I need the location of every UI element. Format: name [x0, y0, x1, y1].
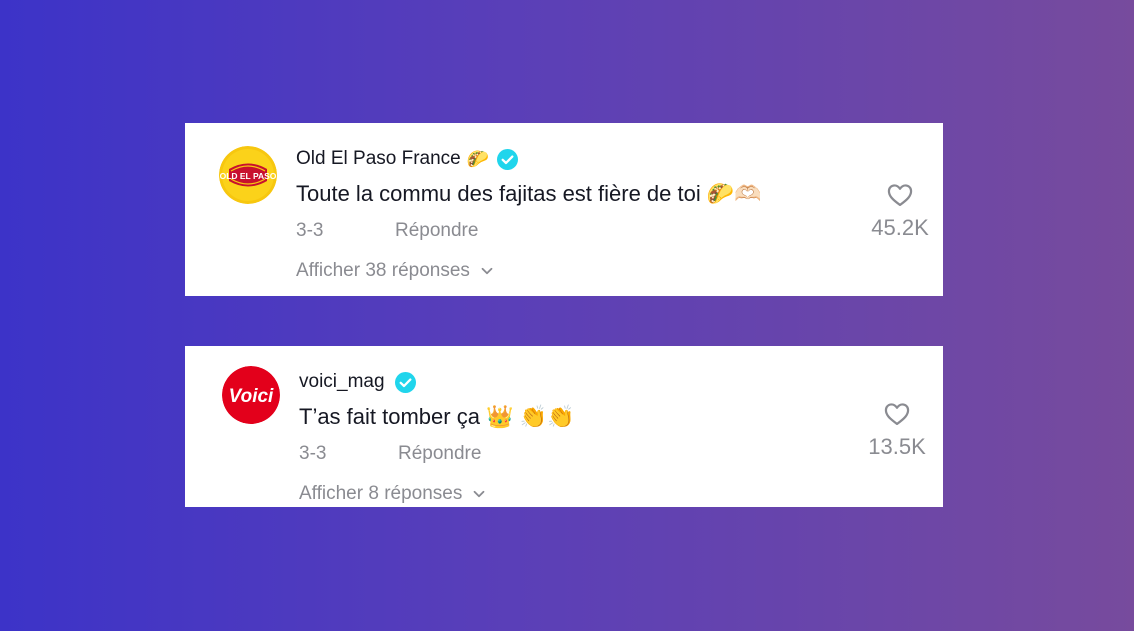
like-section: 45.2K — [860, 181, 940, 241]
comment-card: Voici voici_mag T’as fait tomber ça 👑 👏👏… — [185, 346, 943, 507]
view-replies-label: Afficher 8 réponses — [299, 483, 463, 504]
name-row: Old El Paso France 🌮 — [296, 147, 762, 171]
chevron-down-icon — [480, 264, 494, 278]
username[interactable]: Old El Paso France — [296, 148, 461, 170]
taco-emoji: 🌮 — [466, 148, 490, 169]
comment-date: 3-3 — [299, 443, 327, 464]
reply-button[interactable]: Répondre — [395, 219, 478, 243]
heart-icon[interactable] — [886, 181, 914, 209]
comment-text: T’as fait tomber ça 👑 👏👏 — [299, 404, 575, 429]
logo-text: Voici — [229, 386, 274, 407]
comment-meta: 3-3 Répondre — [296, 219, 762, 243]
logo-text: OLD EL PASO — [220, 171, 277, 181]
view-replies-button[interactable]: Afficher 38 réponses — [296, 259, 762, 283]
like-section: 13.5K — [857, 400, 937, 460]
like-count: 13.5K — [868, 434, 926, 459]
name-row: voici_mag — [299, 370, 574, 394]
comment-meta: 3-3 Répondre — [299, 442, 574, 466]
username[interactable]: voici_mag — [299, 371, 385, 393]
chevron-down-icon — [472, 487, 486, 501]
like-count: 45.2K — [871, 215, 929, 240]
comment-card: OLD EL PASO Old El Paso France 🌮 Toute l… — [185, 123, 943, 296]
heart-icon[interactable] — [883, 400, 911, 428]
comment-date: 3-3 — [296, 220, 324, 241]
comment-body: Old El Paso France 🌮 Toute la commu des … — [296, 147, 762, 283]
old-el-paso-logo: OLD EL PASO — [219, 146, 277, 204]
avatar[interactable]: Voici — [222, 366, 280, 424]
view-replies-label: Afficher 38 réponses — [296, 260, 470, 281]
comment-body: voici_mag T’as fait tomber ça 👑 👏👏 3-3 R… — [299, 370, 574, 506]
voici-logo: Voici — [222, 366, 280, 424]
verified-badge-icon — [394, 371, 416, 393]
reply-button[interactable]: Répondre — [398, 442, 481, 466]
avatar[interactable]: OLD EL PASO — [219, 146, 277, 204]
verified-badge-icon — [497, 148, 519, 170]
comment-text: Toute la commu des fajitas est fière de … — [296, 181, 762, 206]
view-replies-button[interactable]: Afficher 8 réponses — [299, 482, 574, 506]
